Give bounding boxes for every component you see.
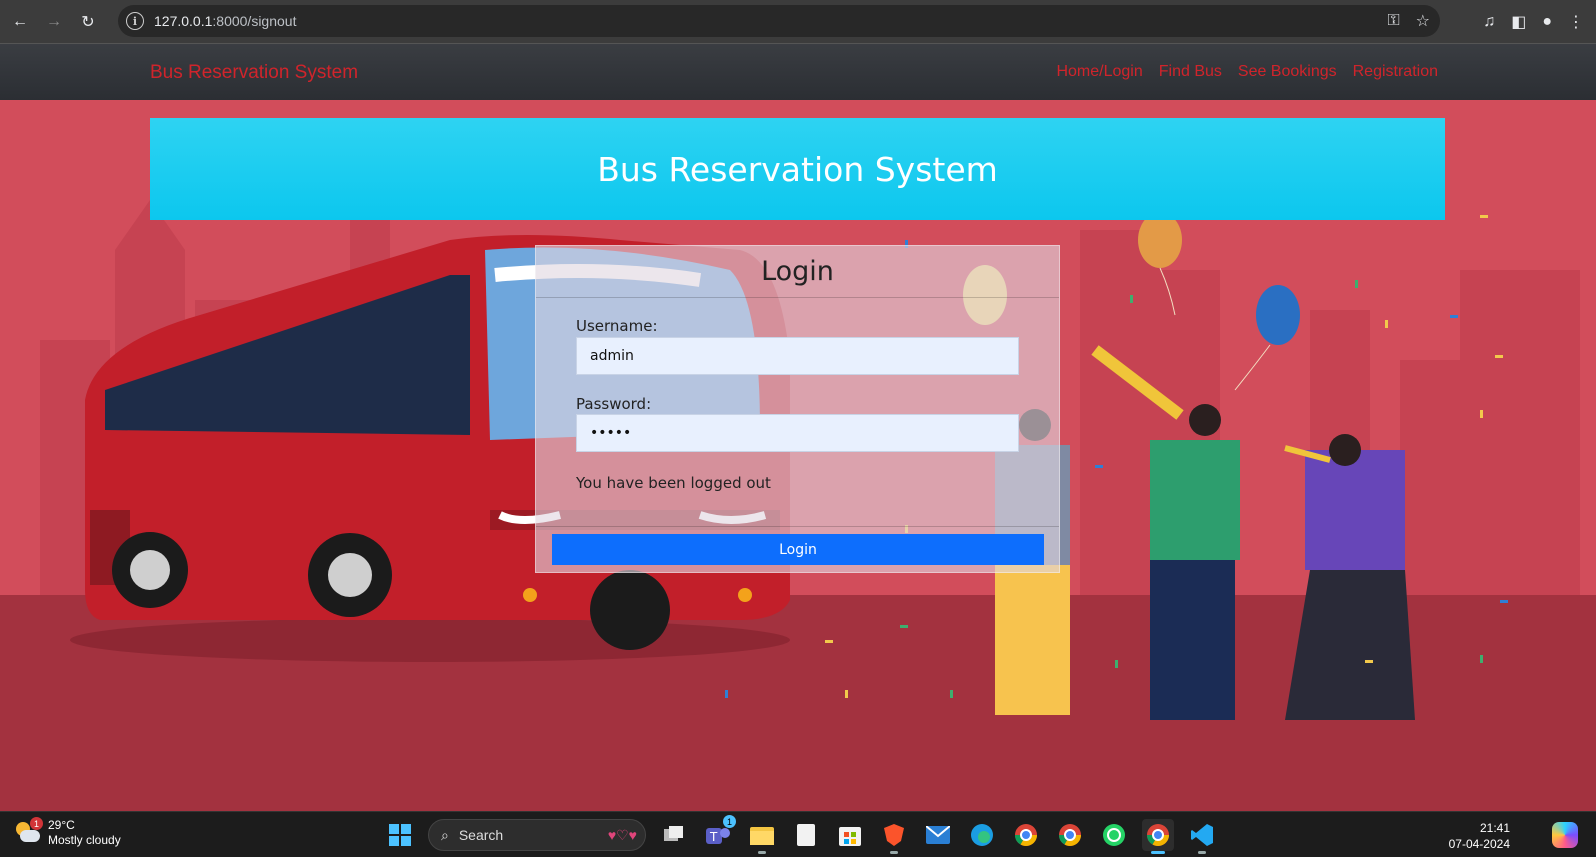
search-icon: ⌕ — [441, 826, 449, 843]
password-key-icon[interactable]: ⚿ — [1387, 12, 1399, 30]
search-label: Search — [458, 827, 504, 843]
taskbar-search[interactable]: ⌕ Search ♥♡♥ — [428, 819, 646, 851]
search-highlight-icon: ♥♡♥ — [607, 827, 637, 843]
site-info-icon[interactable]: i — [126, 12, 144, 30]
nav-link-see-bookings[interactable]: See Bookings — [1238, 63, 1337, 81]
side-panel-icon[interactable]: ◧ — [1511, 12, 1526, 32]
edge-icon[interactable] — [966, 819, 998, 851]
notepad-icon[interactable] — [790, 819, 822, 851]
weather-badge: 1 — [30, 817, 43, 830]
teams-icon[interactable]: T 1 — [702, 815, 736, 851]
card-divider — [536, 526, 1059, 527]
copilot-icon[interactable] — [1552, 822, 1578, 848]
brave-browser-icon[interactable] — [878, 819, 910, 854]
username-label: Username: — [576, 317, 658, 335]
navbar-links: Home/Login Find Bus See Bookings Registr… — [1056, 63, 1438, 81]
windows-taskbar: 1 29°C Mostly cloudy ⌕ Search ♥♡♥ T 1 21… — [0, 811, 1596, 857]
password-label: Password: — [576, 395, 652, 413]
weather-temp: 29°C — [48, 818, 75, 832]
menu-icon[interactable]: ⋮ — [1568, 12, 1584, 32]
microsoft-store-icon[interactable] — [834, 819, 866, 851]
svg-text:T: T — [709, 830, 718, 844]
address-bar[interactable]: i 127.0.0.1:8000/signout ⚿ ☆ — [118, 5, 1440, 37]
username-input[interactable]: admin — [576, 337, 1019, 375]
app-navbar: Bus Reservation System Home/Login Find B… — [0, 44, 1596, 100]
bookmark-star-icon[interactable]: ☆ — [1416, 11, 1430, 31]
media-controls-icon[interactable]: ♫ — [1483, 13, 1495, 31]
banner-title: Bus Reservation System — [597, 149, 998, 189]
teams-badge: 1 — [723, 815, 736, 828]
file-explorer-icon[interactable] — [746, 819, 778, 854]
logout-message: You have been logged out — [576, 474, 771, 492]
weather-cloudy-icon: 1 — [14, 817, 43, 844]
task-view-icon[interactable] — [658, 819, 690, 851]
weather-desc: Mostly cloudy — [48, 833, 121, 847]
clock-time: 21:41 — [1479, 821, 1510, 835]
page-banner: Bus Reservation System — [150, 118, 1445, 220]
login-button[interactable]: Login — [552, 534, 1044, 565]
taskbar-apps: ⌕ Search ♥♡♥ T 1 — [384, 815, 1218, 854]
navbar-brand[interactable]: Bus Reservation System — [150, 62, 358, 84]
login-heading: Login — [761, 256, 834, 287]
windows-start-icon[interactable] — [384, 819, 416, 851]
back-icon[interactable]: ← — [6, 8, 34, 36]
chrome-profile-1-icon[interactable] — [1010, 819, 1042, 851]
forward-icon[interactable]: → — [40, 8, 68, 36]
mail-icon[interactable] — [922, 819, 954, 851]
nav-link-find-bus[interactable]: Find Bus — [1159, 63, 1222, 81]
chrome-active-icon[interactable] — [1142, 819, 1174, 854]
nav-link-home-login[interactable]: Home/Login — [1056, 63, 1142, 81]
system-clock[interactable]: 21:41 07-04-2024 — [1449, 820, 1510, 852]
login-card: Login Username: admin Password: ••••• Yo… — [535, 245, 1060, 573]
reload-icon[interactable]: ↻ — [74, 8, 102, 36]
clock-date: 07-04-2024 — [1448, 837, 1510, 851]
vscode-icon[interactable] — [1186, 819, 1218, 854]
profile-icon[interactable]: ● — [1542, 13, 1552, 31]
chrome-profile-2-icon[interactable] — [1054, 819, 1086, 851]
url-text[interactable]: 127.0.0.1:8000/signout — [154, 13, 296, 29]
password-input[interactable]: ••••• — [576, 414, 1019, 452]
url-host: 127.0.0.1 — [154, 13, 213, 29]
login-card-header: Login — [536, 246, 1059, 298]
whatsapp-icon[interactable] — [1098, 819, 1130, 851]
url-path: :8000/signout — [212, 13, 297, 29]
weather-widget[interactable]: 1 29°C Mostly cloudy — [14, 817, 121, 848]
browser-toolbar: ← → ↻ i 127.0.0.1:8000/signout ⚿ ☆ ♫ ◧ ●… — [0, 0, 1596, 44]
nav-link-registration[interactable]: Registration — [1353, 63, 1438, 81]
